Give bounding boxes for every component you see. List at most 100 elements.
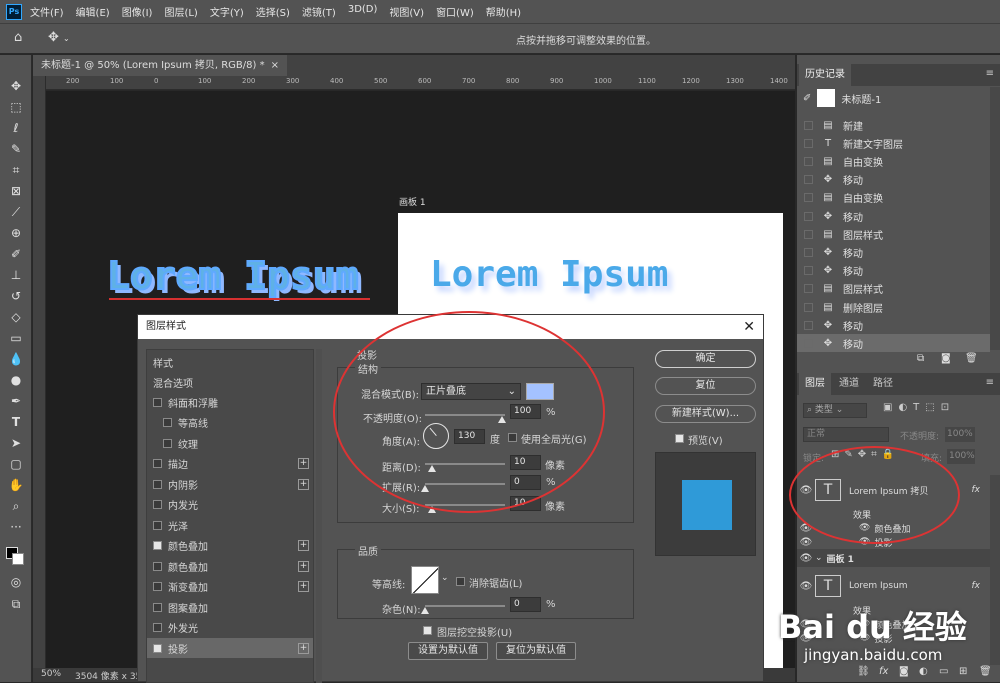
history-brush-tool-icon[interactable]: ↺ — [6, 287, 26, 305]
opacity-slider-knob[interactable] — [498, 416, 506, 423]
style-item[interactable]: 投影 + — [147, 638, 313, 658]
history-state[interactable]: ✥ 移动 — [797, 316, 990, 334]
opacity-slider[interactable] — [425, 414, 505, 416]
noise-slider-knob[interactable] — [421, 607, 429, 614]
style-item[interactable]: 纹理 — [147, 433, 313, 453]
quick-select-tool-icon[interactable]: ✎ — [6, 140, 26, 158]
noise-field[interactable]: 0 — [510, 597, 541, 612]
path-select-tool-icon[interactable]: ➤ — [6, 434, 26, 452]
history-checkbox[interactable] — [804, 338, 813, 348]
tab-channels[interactable]: 通道 — [833, 373, 865, 395]
style-checkbox[interactable] — [153, 541, 162, 550]
history-state[interactable]: ✥ 移动 — [797, 262, 990, 280]
layer-filter-select[interactable]: ⌕ 类型 ⌄ — [803, 403, 867, 418]
chevron-down-icon[interactable]: ⌄ — [441, 573, 449, 583]
layer-fx-icon[interactable]: fx — [972, 485, 981, 495]
zoom-tool-icon[interactable]: ⌕ — [6, 497, 26, 515]
shadow-color-swatch[interactable] — [526, 383, 554, 400]
layer-row[interactable]: 👁 T Lorem Ipsum fx — [797, 569, 990, 603]
healing-brush-tool-icon[interactable]: ⊕ — [6, 224, 26, 242]
style-item[interactable]: 颜色叠加 + — [147, 556, 313, 576]
history-checkbox[interactable] — [804, 229, 813, 239]
history-checkbox[interactable] — [804, 193, 813, 203]
history-state[interactable]: ▤ 删除图层 — [797, 298, 990, 316]
history-checkbox[interactable] — [804, 138, 813, 148]
add-style-icon[interactable]: + — [298, 642, 309, 654]
move-tool-icon[interactable]: ✥ ⌄ — [48, 30, 70, 45]
style-checkbox[interactable] — [153, 643, 162, 653]
menu-item[interactable]: 3D(D) — [348, 4, 378, 19]
style-checkbox[interactable] — [153, 397, 162, 407]
close-tab-icon[interactable]: × — [271, 60, 279, 71]
history-scrollbar[interactable] — [990, 87, 1000, 350]
fill-field[interactable]: 100% — [947, 449, 975, 464]
size-field[interactable]: 10 — [510, 496, 541, 511]
layer-opacity-field[interactable]: 100% — [945, 427, 975, 442]
history-state[interactable]: ▤ 自由变换 — [797, 152, 990, 170]
add-style-icon[interactable]: + — [298, 560, 309, 572]
blur-tool-icon[interactable]: 💧 — [6, 350, 26, 368]
distance-slider[interactable] — [425, 463, 505, 465]
layer-effect-row[interactable]: 效果 — [797, 507, 990, 521]
blending-options[interactable]: 混合选项 — [147, 372, 313, 392]
stamp-tool-icon[interactable]: ⊥ — [6, 266, 26, 284]
visibility-eye-icon[interactable]: 👁 — [797, 523, 815, 534]
chevron-down-icon[interactable]: ⌄ — [815, 553, 823, 563]
spread-field[interactable]: 0 — [510, 475, 541, 490]
style-checkbox[interactable] — [153, 520, 162, 530]
style-item[interactable]: 颜色叠加 + — [147, 536, 313, 556]
distance-field[interactable]: 10 — [510, 455, 541, 470]
history-checkbox[interactable] — [804, 120, 813, 130]
shape-tool-icon[interactable]: ▢ — [6, 455, 26, 473]
new-document-from-state-icon[interactable]: ⧉ — [917, 353, 924, 364]
screen-mode-icon[interactable]: ⧉ — [6, 595, 26, 613]
tab-history[interactable]: 历史记录 — [799, 64, 851, 86]
style-item[interactable]: 内阴影 + — [147, 474, 313, 494]
size-slider[interactable] — [425, 504, 505, 506]
eyedropper-tool-icon[interactable]: ⟋ — [6, 203, 26, 221]
reset-button[interactable]: 复位 — [655, 377, 756, 395]
layer-group-row[interactable]: 👁 ⌄ 画板 1 — [797, 549, 990, 567]
history-checkbox[interactable] — [804, 156, 813, 166]
add-style-icon[interactable]: + — [298, 458, 309, 469]
spread-slider[interactable] — [425, 483, 505, 485]
history-checkbox[interactable] — [804, 247, 813, 257]
history-state[interactable]: ✥ 移动 — [797, 243, 990, 261]
visibility-eye-icon[interactable]: 👁 — [797, 581, 815, 592]
history-state[interactable]: ▤ 新建 — [797, 116, 990, 134]
style-item[interactable]: 描边 + — [147, 454, 313, 474]
eraser-tool-icon[interactable]: ◇ — [6, 308, 26, 326]
style-checkbox[interactable] — [153, 479, 162, 489]
style-item[interactable]: 光泽 — [147, 515, 313, 535]
panel-menu-icon[interactable]: ≡ — [986, 377, 994, 388]
style-item[interactable]: 斜面和浮雕 — [147, 392, 313, 412]
gradient-tool-icon[interactable]: ▭ — [6, 329, 26, 347]
style-checkbox[interactable] — [153, 561, 162, 571]
menu-item[interactable]: 编辑(E) — [76, 4, 110, 19]
history-state[interactable]: ✥ 移动 — [797, 207, 990, 225]
blend-mode-select[interactable]: 正常 — [803, 427, 889, 442]
menu-item[interactable]: 文件(F) — [30, 4, 64, 19]
menu-item[interactable]: 图层(L) — [164, 4, 197, 19]
history-snapshot[interactable]: ✐ 未标题-1 — [797, 87, 990, 109]
layer-fx-icon[interactable]: fx — [972, 581, 981, 591]
zoom-level[interactable]: 50% — [41, 669, 61, 679]
quick-mask-icon[interactable]: ◎ — [6, 573, 26, 591]
crop-tool-icon[interactable]: ⌗ — [6, 161, 26, 179]
history-state[interactable]: ▤ 图层样式 — [797, 280, 990, 298]
knockout-checkbox[interactable] — [423, 626, 432, 635]
style-checkbox[interactable] — [153, 623, 162, 632]
style-checkbox[interactable] — [163, 438, 172, 448]
distance-slider-knob[interactable] — [428, 465, 436, 472]
visibility-eye-icon[interactable]: 👁 — [797, 485, 815, 496]
layer-filter-icons[interactable]: ▣◐T⬚⊡ — [883, 402, 955, 413]
history-state[interactable]: ✥ 移动 — [797, 334, 990, 353]
global-light-checkbox[interactable] — [508, 433, 517, 442]
menu-item[interactable]: 图像(I) — [122, 4, 153, 19]
noise-slider[interactable] — [425, 605, 505, 607]
set-default-button[interactable]: 设置为默认值 — [408, 642, 488, 660]
menu-item[interactable]: 文字(Y) — [210, 4, 244, 19]
style-item[interactable]: 内发光 — [147, 495, 313, 515]
lasso-tool-icon[interactable]: ℓ — [6, 119, 26, 137]
menu-item[interactable]: 滤镜(T) — [302, 4, 336, 19]
